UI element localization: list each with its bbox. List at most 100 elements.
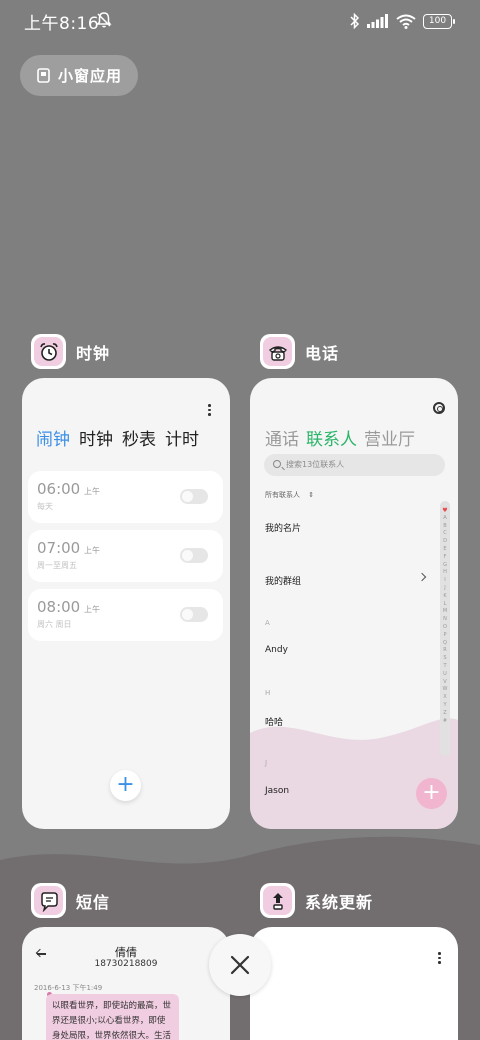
contact-row[interactable]: Jason [265,786,289,796]
index-letter[interactable]: E [443,546,446,554]
tab-timer[interactable]: 计时 [165,425,199,450]
add-alarm-button[interactable]: + [110,770,141,801]
sms-contact-number: 18730218809 [94,959,158,969]
floating-window-label: 小窗应用 [58,67,123,85]
tab-alarm[interactable]: 闹钟 [36,425,70,450]
all-contacts-filter[interactable]: 所有联系人 ⇕ [265,490,314,500]
alarm-ampm: 上午 [84,487,100,496]
alarm-repeat: 周六 周日 [37,620,72,629]
alarm-repeat: 周一至周五 [37,561,77,570]
mute-icon [96,12,112,28]
index-letter[interactable]: K [443,593,446,601]
contacts-search-input[interactable]: 搜索13位联系人 [264,454,445,476]
update-app-header[interactable]: 系统更新 [260,883,373,918]
section-letter: A [265,619,270,627]
index-letter[interactable]: T [443,663,446,671]
favorites-heart-icon[interactable]: ♥ [442,507,447,515]
sms-app-icon [31,883,66,918]
contact-row[interactable]: Andy [265,645,288,655]
sms-app-name: 短信 [76,892,111,912]
sms-date: 2016-6-13 下午1:49 [34,984,103,992]
tab-stopwatch[interactable]: 秒表 [122,425,156,450]
more-options-icon[interactable] [208,404,212,418]
alarm-toggle[interactable] [180,548,208,563]
floating-window-button[interactable]: 小窗应用 [20,55,138,96]
phone-app-header[interactable]: 电话 [260,334,339,369]
add-contact-button[interactable]: + [416,778,447,809]
index-letter[interactable]: W [443,686,448,694]
filter-toggle-icon: ⇕ [308,491,315,499]
phone-app-card[interactable]: 通话 联系人 营业厅 搜索13位联系人 所有联系人 ⇕ 我的名片 我的群组 A … [250,378,458,829]
clock-tabs: 闹钟 时钟 秒表 计时 [36,425,199,450]
index-letter[interactable]: I [444,577,445,585]
clock-app-name: 时钟 [76,343,111,363]
index-letter[interactable]: N [443,616,447,624]
index-letter[interactable]: J [444,585,445,593]
signal-icon [367,14,388,28]
floating-window-icon [37,68,50,83]
clock-app-card[interactable]: 闹钟 时钟 秒表 计时 06:00 上午 每天 07:00 上午 周一至周五 0… [22,378,230,829]
update-app-icon [260,883,295,918]
index-letter[interactable]: X [443,694,446,702]
status-time: 上午8:16 [24,14,100,34]
index-letter[interactable]: S [443,655,446,663]
sms-app-card[interactable]: 倩倩 18730218809 2016-6-13 下午1:49 以眼看世界，即使… [22,927,230,1040]
status-bar: 上午8:16 100 [0,0,480,40]
my-groups-row[interactable]: 我的群组 [265,574,301,587]
index-letter[interactable]: Q [443,640,447,648]
alarm-ampm: 上午 [84,546,100,555]
index-letter[interactable]: L [444,601,447,609]
close-icon [230,955,250,975]
more-options-icon[interactable] [438,952,442,966]
clock-app-header[interactable]: 时钟 [31,334,110,369]
index-letter[interactable]: # [443,718,447,726]
phone-app-name: 电话 [305,343,340,363]
index-letter[interactable]: A [443,515,446,523]
my-card-row[interactable]: 我的名片 [265,521,301,534]
index-letter[interactable]: C [443,530,447,538]
sms-app-header[interactable]: 短信 [31,883,110,918]
search-icon [273,460,281,468]
system-update-icon [272,892,283,910]
alarm-time: 07:00 [37,539,81,557]
index-letter[interactable]: Z [443,710,446,718]
phone-app-icon [260,334,295,369]
index-letter[interactable]: O [443,624,447,632]
index-letter[interactable]: H [443,569,447,577]
clear-all-button[interactable] [209,934,271,996]
update-app-card[interactable] [250,927,458,1040]
alarm-toggle[interactable] [180,489,208,504]
index-letter[interactable]: U [443,671,447,679]
tab-clock[interactable]: 时钟 [79,425,113,450]
message-bubble[interactable]: 以眼看世界，即使站的最高，世界还是很小;以心看世界，即使身处局限，世界依然很大。… [46,994,179,1040]
alarm-item[interactable]: 06:00 上午 每天 [28,471,223,523]
alphabet-index-bar[interactable]: ♥ A B C D E F G H I J K L M N O P Q R S T U V W X Y Z # [440,501,450,756]
index-letter[interactable]: P [443,632,446,640]
tab-calls[interactable]: 通话 [265,425,299,450]
index-letter[interactable]: G [443,562,447,570]
alarm-item[interactable]: 07:00 上午 周一至周五 [28,530,223,582]
alarm-toggle[interactable] [180,607,208,622]
message-bubble-icon [40,891,58,912]
telephone-icon [268,345,287,361]
index-letter[interactable]: Y [443,702,446,710]
index-letter[interactable]: R [443,647,446,655]
bluetooth-icon [350,13,360,29]
alarm-clock-icon [39,342,58,361]
tab-service-hall[interactable]: 营业厅 [364,425,415,450]
index-letter[interactable]: B [443,523,446,531]
index-letter[interactable]: V [443,679,446,687]
tab-contacts[interactable]: 联系人 [306,425,357,450]
section-letter: H [265,689,271,697]
alarm-item[interactable]: 08:00 上午 周六 周日 [28,589,223,641]
search-placeholder: 搜索13位联系人 [286,460,345,469]
alarm-ampm: 上午 [84,605,100,614]
alarm-time: 06:00 [37,480,81,498]
wifi-icon [396,14,416,29]
index-letter[interactable]: M [443,608,447,616]
contact-row[interactable]: 哈哈 [265,715,283,728]
index-letter[interactable]: F [444,554,447,562]
alarm-time: 08:00 [37,598,81,616]
index-letter[interactable]: D [443,538,447,546]
settings-gear-icon[interactable] [433,402,445,414]
